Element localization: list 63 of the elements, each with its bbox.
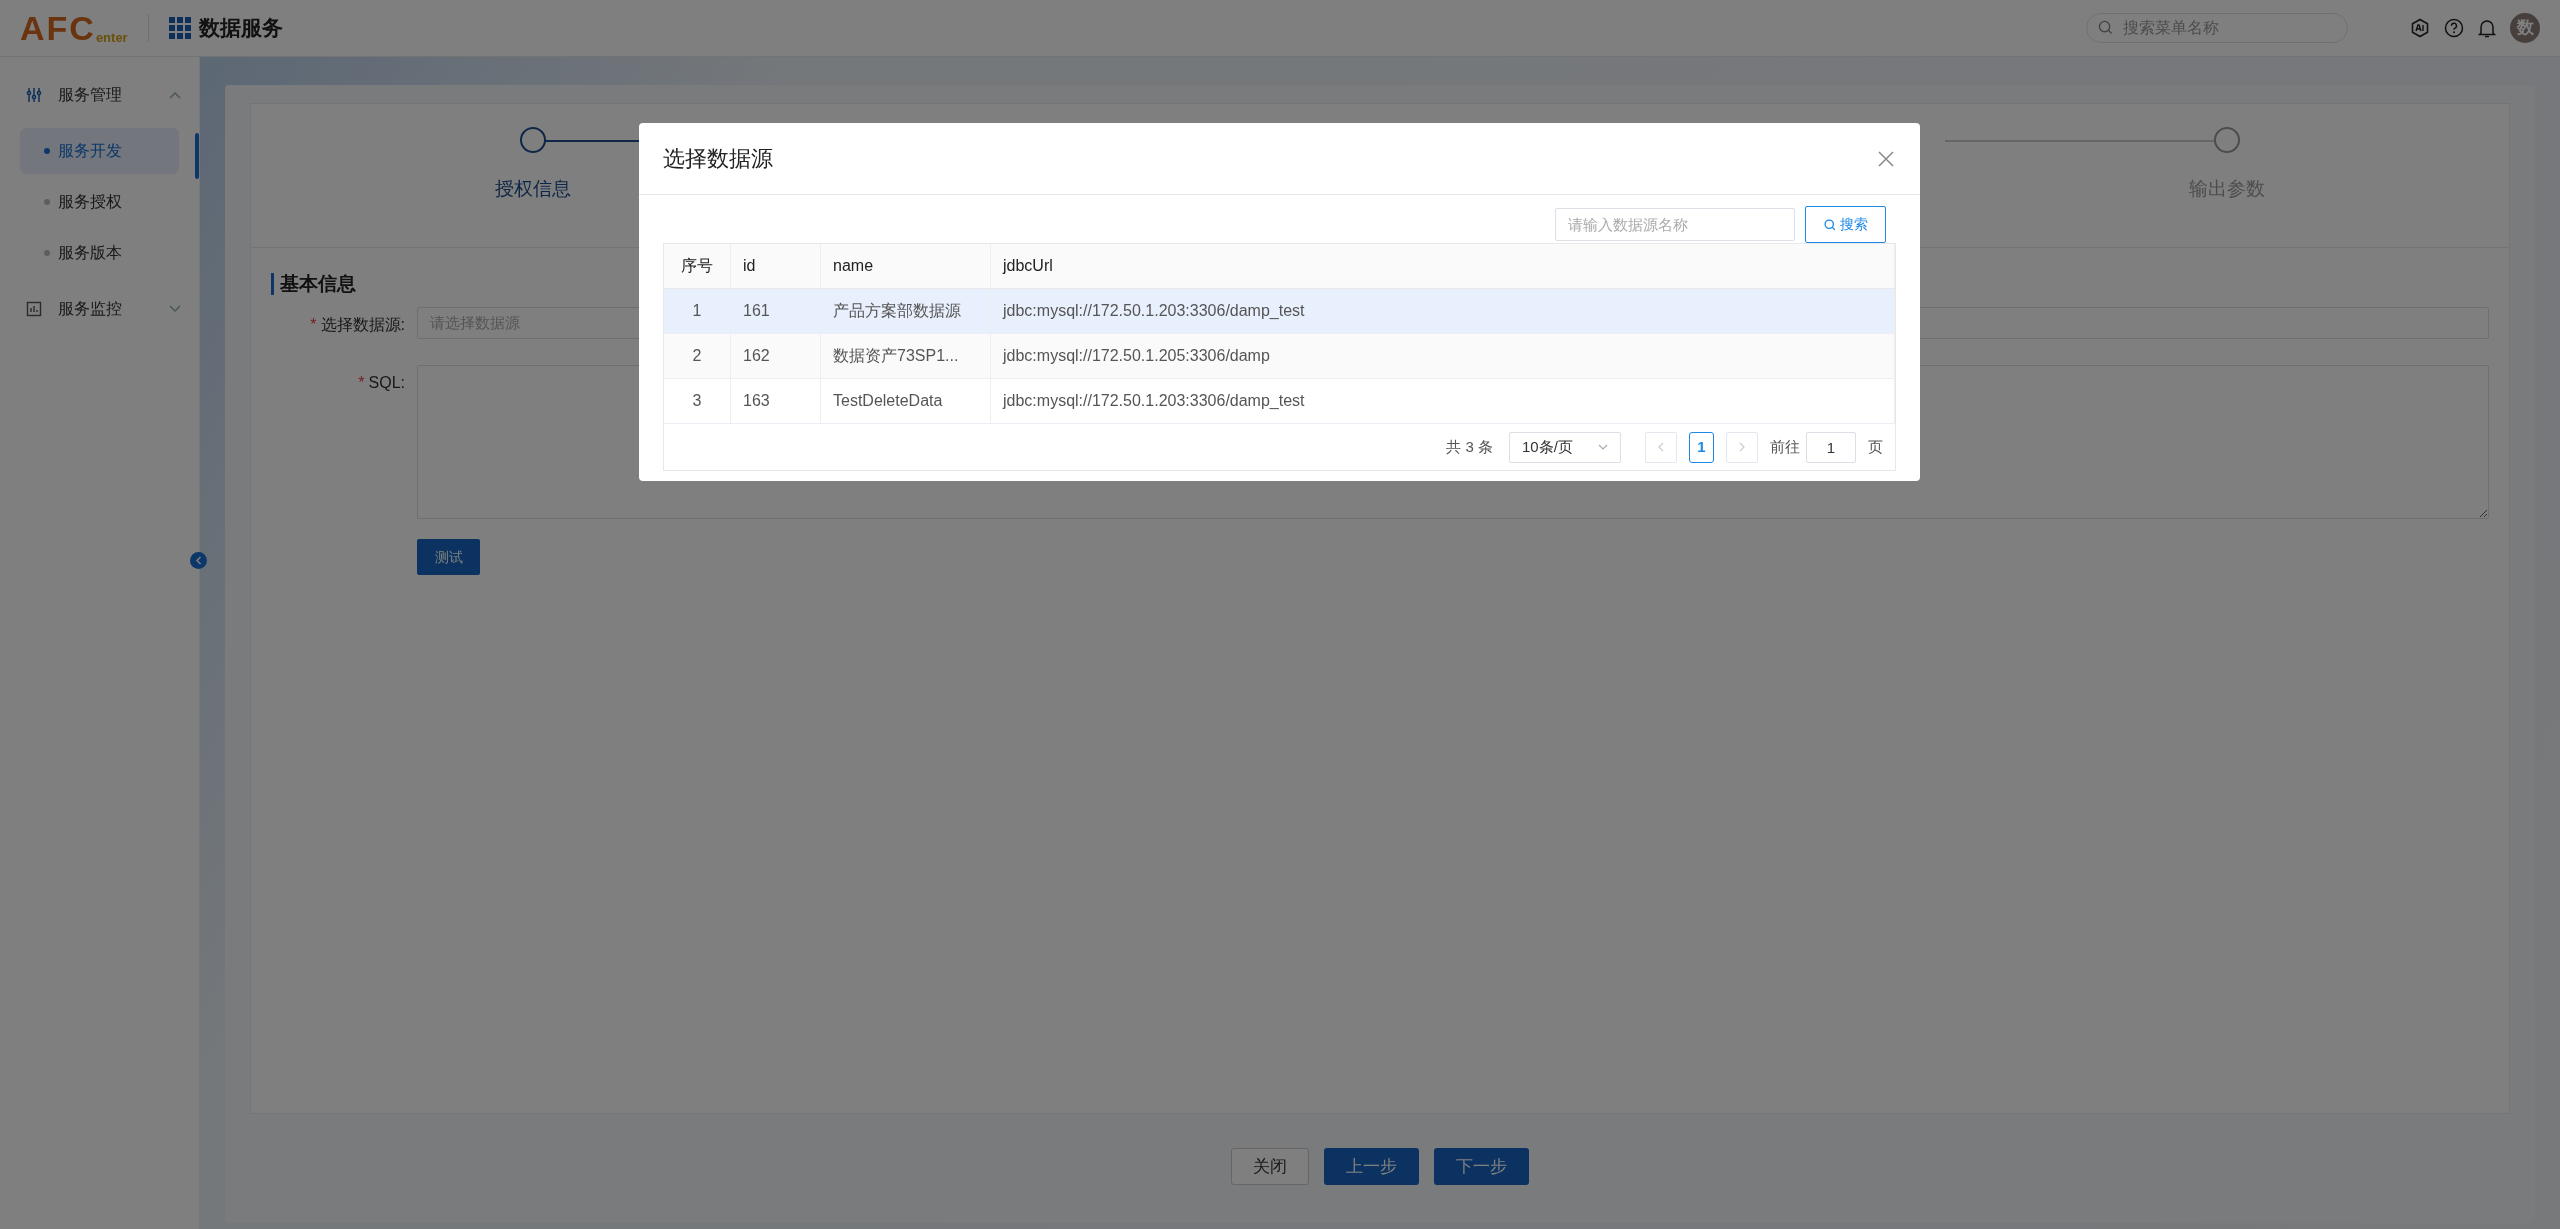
chevron-up-icon [169, 91, 181, 99]
table-row[interactable]: 1 161 产品方案部数据源 jdbc:mysql://172.50.1.203:3306/damp_test [664, 289, 1895, 334]
menu-item[interactable]: 服务版本 [20, 230, 179, 276]
search-icon [1823, 218, 1836, 231]
total-count: 共 3 条 [1446, 436, 1493, 457]
table-cell-text: 产品方案部数据源 [833, 301, 961, 321]
field-label: 选择数据源: [320, 314, 405, 335]
table-row[interactable]: 2 162 数据资产73SP1... jdbc:mysql://172.50.1.205:3306/damp [664, 334, 1895, 379]
table-cell-text: 1 [692, 301, 702, 321]
app-title: 数据服务 [198, 15, 283, 42]
grid-icon[interactable] [168, 17, 191, 39]
required-mark: * [358, 372, 365, 393]
close-icon [1878, 150, 1894, 167]
chevron-down-icon [1598, 444, 1608, 450]
table-cell-text: 数据资产73SP1... [833, 346, 959, 366]
chevron-left-icon [1658, 442, 1664, 452]
menu-group[interactable]: 服务监控 [0, 281, 199, 337]
column-header: name [821, 244, 991, 288]
table-cell-text: jdbc:mysql://172.50.1.203:3306/damp_test [1003, 301, 1305, 321]
chevron-left-icon [195, 556, 202, 565]
search-button[interactable]: 搜索 [1805, 206, 1886, 243]
column-header: 序号 [664, 244, 731, 288]
column-header: id [731, 244, 821, 288]
footer-button[interactable]: 上一步 [1324, 1148, 1419, 1185]
field-label: SQL: [368, 372, 405, 393]
table-cell-text: 162 [743, 346, 770, 366]
avatar[interactable]: 数 [2510, 13, 2540, 43]
logo: AFC enter [20, 11, 128, 45]
help-icon[interactable] [2444, 18, 2464, 38]
sliders-icon [26, 87, 42, 103]
step-label: 授权信息 [495, 177, 572, 201]
chevron-down-icon [169, 305, 181, 313]
table-cell-text: 3 [692, 391, 702, 411]
footer-button[interactable]: 下一步 [1434, 1148, 1529, 1185]
dialog-title: 选择数据源 [663, 145, 773, 173]
chevron-right-icon [1739, 442, 1745, 452]
test-button[interactable]: 测试 [417, 539, 480, 575]
page-input[interactable]: 1 [1806, 431, 1856, 463]
bell-icon[interactable] [2478, 18, 2496, 38]
page-button[interactable]: 1 [1689, 431, 1714, 463]
ai-icon[interactable] [2410, 18, 2430, 38]
page-suffix: 页 [1868, 436, 1883, 457]
required-mark: * [310, 314, 317, 335]
table-cell-text: jdbc:mysql://172.50.1.203:3306/damp_test [1003, 391, 1305, 411]
section-title: 基本信息 [280, 272, 356, 296]
menu-group[interactable]: 服务管理 [0, 67, 199, 123]
menu-item[interactable]: 服务授权 [20, 179, 179, 225]
table-cell-text: 2 [692, 346, 702, 366]
table-cell-text: 163 [743, 391, 770, 411]
column-header: jdbcUrl [991, 244, 1895, 288]
footer-button[interactable]: 关闭 [1231, 1148, 1309, 1185]
search-field[interactable]: 请输入数据源名称 [1555, 208, 1795, 241]
search-icon [2098, 20, 2113, 35]
chart-icon [26, 301, 42, 317]
table-row[interactable]: 3 163 TestDeleteData jdbc:mysql://172.50.1.203:3306/damp_test [664, 379, 1895, 424]
table-cell-text: 161 [743, 301, 770, 321]
page-size-select[interactable]: 10条/页 [1509, 431, 1621, 463]
close-button[interactable] [1876, 148, 1896, 169]
menu-item[interactable]: 服务开发 [20, 128, 179, 174]
table-cell-text: TestDeleteData [833, 391, 943, 411]
goto-label: 前往 [1770, 436, 1800, 457]
table-cell-text: jdbc:mysql://172.50.1.205:3306/damp [1003, 346, 1270, 366]
collapse-button[interactable] [190, 552, 207, 569]
